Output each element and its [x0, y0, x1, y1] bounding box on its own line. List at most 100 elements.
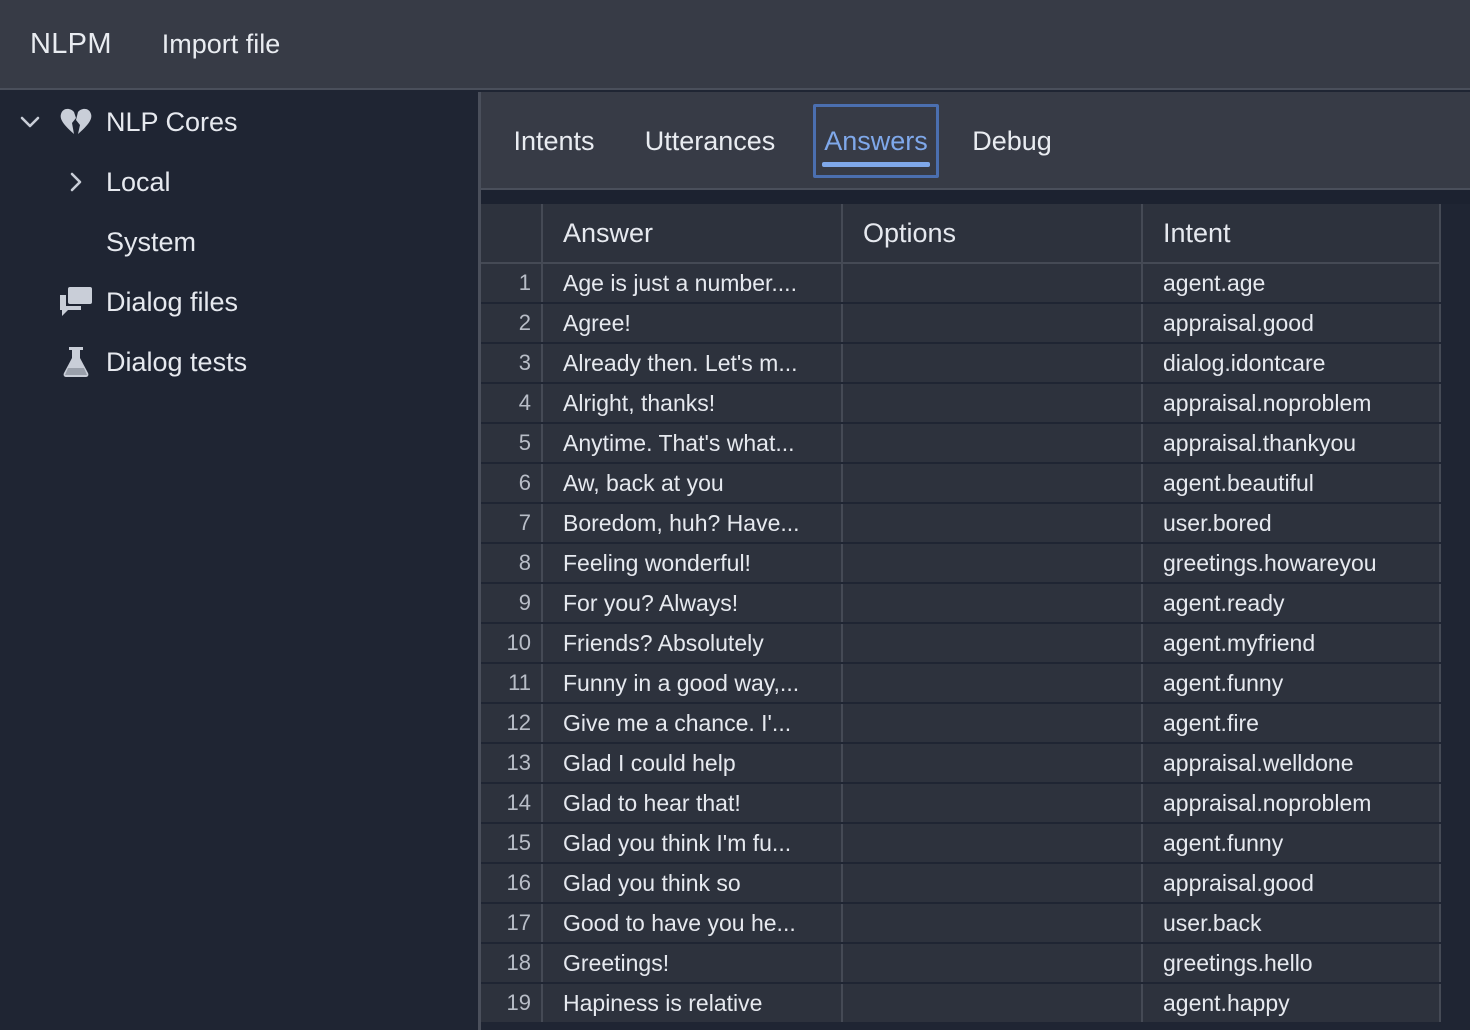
table-row[interactable]: 1 Age is just a number.... agent.age	[481, 264, 1441, 304]
tab-intents[interactable]: Intents	[499, 104, 609, 178]
cell-intent[interactable]: appraisal.good	[1143, 304, 1441, 342]
chevron-down-icon[interactable]	[18, 110, 42, 134]
row-number[interactable]: 13	[481, 744, 543, 782]
cell-answer[interactable]: Hapiness is relative	[543, 984, 843, 1022]
cell-intent[interactable]: agent.ready	[1143, 584, 1441, 622]
table-row[interactable]: 3 Already then. Let's m... dialog.idontcar…	[481, 344, 1441, 384]
row-number[interactable]: 3	[481, 344, 543, 382]
row-number[interactable]: 14	[481, 784, 543, 822]
cell-intent[interactable]: greetings.hello	[1143, 944, 1441, 982]
table-row[interactable]: 9 For you? Always! agent.ready	[481, 584, 1441, 624]
sidebar-item-nlp-cores[interactable]: NLP Cores	[0, 92, 478, 152]
row-number[interactable]: 10	[481, 624, 543, 662]
cell-options[interactable]	[843, 984, 1143, 1022]
cell-options[interactable]	[843, 944, 1143, 982]
cell-options[interactable]	[843, 904, 1143, 942]
cell-options[interactable]	[843, 384, 1143, 422]
cell-intent[interactable]: appraisal.welldone	[1143, 744, 1441, 782]
cell-intent[interactable]: agent.age	[1143, 264, 1441, 302]
cell-answer[interactable]: Anytime. That's what...	[543, 424, 843, 462]
table-row[interactable]: 14 Glad to hear that! appraisal.noproblem	[481, 784, 1441, 824]
cell-intent[interactable]: agent.funny	[1143, 664, 1441, 702]
cell-answer[interactable]: Good to have you he...	[543, 904, 843, 942]
table-row[interactable]: 11 Funny in a good way,... agent.funny	[481, 664, 1441, 704]
row-number[interactable]: 4	[481, 384, 543, 422]
cell-answer[interactable]: Boredom, huh? Have...	[543, 504, 843, 542]
row-number[interactable]: 16	[481, 864, 543, 902]
row-number[interactable]: 17	[481, 904, 543, 942]
sidebar-item-dialog-tests[interactable]: Dialog tests	[0, 332, 478, 392]
table-row[interactable]: 12 Give me a chance. I'... agent.fire	[481, 704, 1441, 744]
cell-intent[interactable]: greetings.howareyou	[1143, 544, 1441, 582]
cell-intent[interactable]: agent.myfriend	[1143, 624, 1441, 662]
table-row[interactable]: 5 Anytime. That's what... appraisal.thanky…	[481, 424, 1441, 464]
cell-options[interactable]	[843, 304, 1143, 342]
row-number[interactable]: 11	[481, 664, 543, 702]
row-number[interactable]: 8	[481, 544, 543, 582]
cell-answer[interactable]: Glad to hear that!	[543, 784, 843, 822]
table-row[interactable]: 17 Good to have you he... user.back	[481, 904, 1441, 944]
column-header-options[interactable]: Options	[843, 204, 1143, 262]
table-row[interactable]: 8 Feeling wonderful! greetings.howareyou	[481, 544, 1441, 584]
import-file-button[interactable]: Import file	[162, 29, 281, 60]
cell-options[interactable]	[843, 784, 1143, 822]
row-number[interactable]: 2	[481, 304, 543, 342]
cell-answer[interactable]: Agree!	[543, 304, 843, 342]
row-number[interactable]: 9	[481, 584, 543, 622]
cell-options[interactable]	[843, 864, 1143, 902]
row-number[interactable]: 19	[481, 984, 543, 1022]
cell-intent[interactable]: appraisal.good	[1143, 864, 1441, 902]
table-row[interactable]: 10 Friends? Absolutely agent.myfriend	[481, 624, 1441, 664]
cell-answer[interactable]: For you? Always!	[543, 584, 843, 622]
cell-intent[interactable]: user.bored	[1143, 504, 1441, 542]
cell-options[interactable]	[843, 824, 1143, 862]
cell-answer[interactable]: Glad I could help	[543, 744, 843, 782]
table-row[interactable]: 18 Greetings! greetings.hello	[481, 944, 1441, 984]
cell-intent[interactable]: user.back	[1143, 904, 1441, 942]
cell-options[interactable]	[843, 544, 1143, 582]
cell-intent[interactable]: agent.funny	[1143, 824, 1441, 862]
row-number[interactable]: 6	[481, 464, 543, 502]
cell-intent[interactable]: appraisal.thankyou	[1143, 424, 1441, 462]
cell-answer[interactable]: Give me a chance. I'...	[543, 704, 843, 742]
cell-answer[interactable]: Greetings!	[543, 944, 843, 982]
table-row[interactable]: 7 Boredom, huh? Have... user.bored	[481, 504, 1441, 544]
sidebar-item-local[interactable]: Local	[0, 152, 478, 212]
cell-intent[interactable]: appraisal.noproblem	[1143, 384, 1441, 422]
cell-answer[interactable]: Feeling wonderful!	[543, 544, 843, 582]
sidebar-item-system[interactable]: System	[0, 212, 478, 272]
cell-answer[interactable]: Friends? Absolutely	[543, 624, 843, 662]
table-row[interactable]: 13 Glad I could help appraisal.welldone	[481, 744, 1441, 784]
tab-utterances[interactable]: Utterances	[631, 104, 789, 178]
cell-options[interactable]	[843, 424, 1143, 462]
row-number[interactable]: 12	[481, 704, 543, 742]
row-number[interactable]: 18	[481, 944, 543, 982]
cell-options[interactable]	[843, 344, 1143, 382]
table-row[interactable]: 2 Agree! appraisal.good	[481, 304, 1441, 344]
cell-options[interactable]	[843, 504, 1143, 542]
cell-answer[interactable]: Funny in a good way,...	[543, 664, 843, 702]
column-header-intent[interactable]: Intent	[1143, 204, 1441, 262]
cell-answer[interactable]: Aw, back at you	[543, 464, 843, 502]
chevron-right-icon[interactable]	[64, 170, 88, 194]
cell-answer[interactable]: Already then. Let's m...	[543, 344, 843, 382]
cell-answer[interactable]: Age is just a number....	[543, 264, 843, 302]
cell-intent[interactable]: dialog.idontcare	[1143, 344, 1441, 382]
table-row[interactable]: 16 Glad you think so appraisal.good	[481, 864, 1441, 904]
cell-options[interactable]	[843, 624, 1143, 662]
sidebar-item-dialog-files[interactable]: Dialog files	[0, 272, 478, 332]
table-row[interactable]: 4 Alright, thanks! appraisal.noproblem	[481, 384, 1441, 424]
row-number[interactable]: 1	[481, 264, 543, 302]
row-number[interactable]: 7	[481, 504, 543, 542]
table-row[interactable]: 19 Hapiness is relative agent.happy	[481, 984, 1441, 1024]
cell-intent[interactable]: appraisal.noproblem	[1143, 784, 1441, 822]
cell-options[interactable]	[843, 584, 1143, 622]
row-number[interactable]: 15	[481, 824, 543, 862]
cell-intent[interactable]: agent.happy	[1143, 984, 1441, 1022]
tab-answers[interactable]: Answers	[813, 104, 939, 178]
cell-options[interactable]	[843, 744, 1143, 782]
cell-options[interactable]	[843, 704, 1143, 742]
cell-intent[interactable]: agent.fire	[1143, 704, 1441, 742]
tab-debug[interactable]: Debug	[961, 104, 1063, 178]
cell-answer[interactable]: Alright, thanks!	[543, 384, 843, 422]
